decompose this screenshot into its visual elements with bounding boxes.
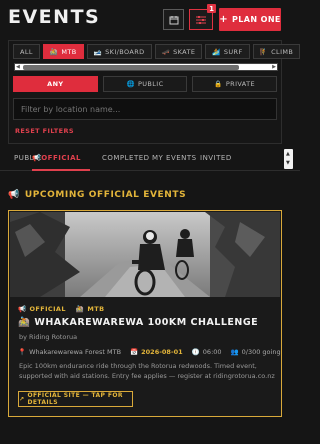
section-heading: 📢 UPCOMING OFFICIAL EVENTS bbox=[8, 190, 186, 200]
globe-icon: 🌐 bbox=[126, 80, 135, 88]
ski-icon: 🎿 bbox=[93, 47, 103, 56]
scroll-down-arrow-icon[interactable]: ▼ bbox=[286, 161, 290, 166]
bottom-spacer bbox=[0, 428, 300, 444]
category-chip-surf[interactable]: 🏄 SURF bbox=[205, 44, 250, 59]
category-chip-label: MTB bbox=[61, 47, 77, 56]
category-chip-climb[interactable]: 🧗 CLIMB bbox=[252, 44, 301, 59]
active-tab-indicator bbox=[32, 169, 90, 171]
event-tabs: PUBLIC 📢OFFICIAL COMPLETED MY EVENTS INV… bbox=[0, 149, 300, 171]
category-chip-label: ALL bbox=[20, 47, 33, 56]
tabs-scrollbar[interactable]: ▲ ▼ bbox=[284, 149, 293, 169]
category-chip-label: CLIMB bbox=[271, 47, 294, 56]
tab-official[interactable]: 📢OFFICIAL bbox=[32, 154, 81, 162]
visibility-public-button[interactable]: 🌐 PUBLIC bbox=[102, 76, 188, 92]
megaphone-icon: 📢 bbox=[18, 305, 27, 313]
megaphone-icon: 📢 bbox=[32, 154, 42, 162]
official-site-button[interactable]: ↗ OFFICIAL SITE — TAP FOR DETAILS bbox=[18, 391, 133, 407]
climb-icon: 🧗 bbox=[259, 47, 269, 56]
filter-toggle-button[interactable]: 1 bbox=[189, 4, 216, 30]
bike-icon: 🚵 bbox=[75, 305, 85, 313]
event-title[interactable]: 🚵 WHAKAREWAREWA 100KM CHALLENGE bbox=[18, 317, 258, 328]
reset-filters-link[interactable]: RESET FILTERS bbox=[15, 127, 74, 135]
category-chip-label: SKATE bbox=[173, 47, 196, 56]
event-card[interactable]: 📢 OFFICIAL 🚵 MTB 🚵 WHAKAREWAREWA 100KM C… bbox=[8, 210, 282, 417]
event-attendance: 0/300 going bbox=[241, 348, 281, 356]
visibility-private-button[interactable]: 🔒 PRIVATE bbox=[192, 76, 278, 92]
visibility-toggle: ANY 🌐 PUBLIC 🔒 PRIVATE bbox=[13, 76, 278, 92]
lock-icon: 🔒 bbox=[214, 80, 223, 88]
category-chip-mtb[interactable]: 🚵 MTB bbox=[42, 44, 84, 59]
skate-icon: 🛹 bbox=[161, 47, 171, 56]
category-chip-all[interactable]: ALL bbox=[13, 44, 40, 59]
category-chips: ALL 🚵 MTB 🎿 SKI/BOARD 🛹 SKATE 🏄 SURF 🧗 C… bbox=[13, 44, 301, 61]
category-chip-skate[interactable]: 🛹 SKATE bbox=[154, 44, 203, 59]
tab-invited[interactable]: INVITED bbox=[200, 154, 232, 162]
sport-tag-label: MTB bbox=[87, 305, 105, 313]
scroll-left-arrow-icon[interactable]: ◀ bbox=[16, 64, 20, 70]
category-scrollbar[interactable]: ◀ ▶ bbox=[14, 63, 278, 71]
tab-official-label: OFFICIAL bbox=[41, 154, 81, 162]
filter-panel: ALL 🚵 MTB 🎿 SKI/BOARD 🛹 SKATE 🏄 SURF 🧗 C… bbox=[8, 40, 301, 144]
people-icon: 👥 bbox=[230, 348, 239, 356]
sport-tag: 🚵 MTB bbox=[76, 305, 105, 313]
visibility-any-label: ANY bbox=[47, 80, 64, 88]
scroll-right-arrow-icon[interactable]: ▶ bbox=[272, 64, 276, 70]
external-link-icon: ↗ bbox=[19, 395, 25, 403]
section-title: UPCOMING OFFICIAL EVENTS bbox=[24, 190, 187, 200]
category-chip-label: SURF bbox=[223, 47, 243, 56]
event-title-text: WHAKAREWAREWA 100KM CHALLENGE bbox=[34, 317, 259, 328]
event-time: 06:00 bbox=[202, 348, 222, 356]
event-photo-image bbox=[10, 212, 280, 297]
calendar-icon bbox=[169, 15, 178, 24]
sliders-icon bbox=[196, 15, 206, 24]
tab-completed[interactable]: COMPLETED bbox=[102, 154, 150, 162]
scroll-up-arrow-icon[interactable]: ▲ bbox=[286, 152, 290, 157]
plan-one-button[interactable]: + PLAN ONE bbox=[219, 8, 281, 31]
tab-my-events[interactable]: MY EVENTS bbox=[152, 154, 197, 162]
megaphone-icon: 📢 bbox=[8, 190, 20, 200]
plan-one-label: PLAN ONE bbox=[231, 15, 281, 24]
surf-icon: 🏄 bbox=[212, 47, 221, 56]
event-organizer: by Riding Rotorua bbox=[19, 333, 78, 341]
clock-icon: 🕕 bbox=[191, 348, 200, 356]
plus-icon: + bbox=[219, 13, 228, 25]
bike-icon: 🚵 bbox=[18, 317, 31, 328]
event-description-line: Epic 100km endurance ride through the Ro… bbox=[19, 362, 257, 370]
calendar-icon: 📅 bbox=[130, 348, 139, 356]
location-pin-icon: 📍 bbox=[18, 348, 27, 356]
event-meta: 📍 Whakarewarewa Forest MTB 📅 2026-08-01 … bbox=[18, 348, 281, 356]
event-description: Epic 100km endurance ride through the Ro… bbox=[19, 361, 275, 381]
page-header: EVENTS 1 + PLAN ONE bbox=[0, 0, 300, 36]
calendar-button[interactable] bbox=[163, 9, 184, 30]
event-description-line: supported with aid stations. Entry fee a… bbox=[19, 372, 275, 380]
event-photo bbox=[10, 212, 280, 297]
event-date: 2026-08-01 bbox=[141, 348, 183, 356]
visibility-private-label: PRIVATE bbox=[225, 80, 256, 88]
notification-badge: 1 bbox=[207, 4, 216, 13]
category-chip-ski-board[interactable]: 🎿 SKI/BOARD bbox=[86, 44, 152, 59]
location-filter-input[interactable] bbox=[13, 98, 277, 120]
bike-icon: 🚵 bbox=[49, 47, 59, 56]
event-tags: 📢 OFFICIAL 🚵 MTB bbox=[18, 305, 104, 313]
official-tag: 📢 OFFICIAL bbox=[18, 305, 66, 313]
official-tag-label: OFFICIAL bbox=[29, 305, 66, 313]
official-site-label: OFFICIAL SITE — TAP FOR DETAILS bbox=[27, 392, 123, 406]
visibility-any-button[interactable]: ANY bbox=[13, 76, 98, 92]
visibility-public-label: PUBLIC bbox=[137, 80, 164, 88]
event-location: Whakarewarewa Forest MTB bbox=[29, 348, 122, 356]
scrollbar-thumb[interactable] bbox=[23, 65, 239, 70]
page-title: EVENTS bbox=[8, 6, 101, 28]
category-chip-label: SKI/BOARD bbox=[105, 47, 145, 56]
